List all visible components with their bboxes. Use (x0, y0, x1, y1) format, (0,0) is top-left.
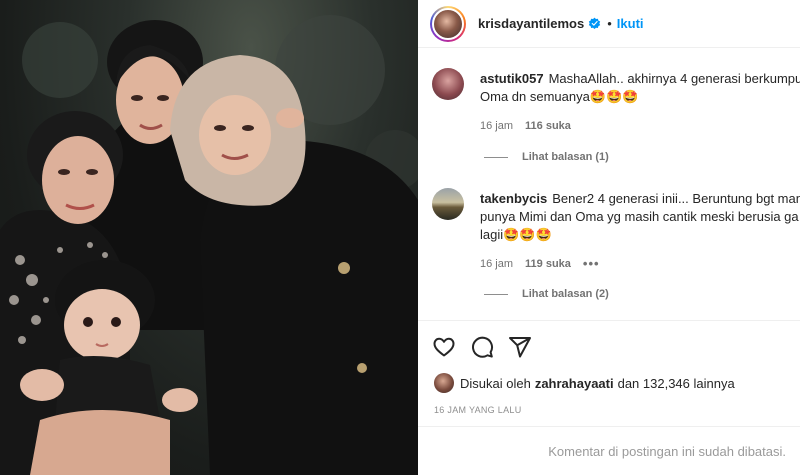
commenter-avatar[interactable] (432, 68, 464, 100)
liker-avatar[interactable] (434, 373, 454, 393)
view-replies-button[interactable]: Lihat balasan (2) (484, 288, 609, 300)
view-replies-button[interactable]: Lihat balasan (1) (484, 151, 609, 163)
post-timestamp[interactable]: 16 JAM YANG LALU (434, 405, 522, 415)
post-side-panel: krisdayantilemos • Ikuti astutik057 Masha… (418, 0, 800, 475)
follow-button[interactable]: Ikuti (617, 16, 644, 31)
comment-time[interactable]: 16 jam (480, 258, 513, 270)
author-avatar-image (432, 7, 464, 40)
author-username[interactable]: krisdayantilemos (478, 16, 584, 31)
post-actions-bar (418, 320, 800, 372)
replies-divider-line (484, 293, 508, 295)
post-header: krisdayantilemos • Ikuti (418, 0, 800, 48)
comment-text-line: punya Mimi dan Oma yg masih cantik meski… (480, 209, 799, 224)
heart-icon[interactable] (432, 335, 456, 359)
view-replies-label: Lihat balasan (2) (522, 288, 609, 300)
comment-likes[interactable]: 116 suka (525, 120, 571, 132)
more-options-icon[interactable]: ••• (583, 256, 600, 271)
comment-time[interactable]: 16 jam (480, 120, 513, 132)
comment-icon[interactable] (470, 335, 494, 359)
liker-username[interactable]: zahrahayaati (535, 376, 614, 391)
comment-text: takenbycis Bener2 4 generasi inii... Beru… (480, 190, 800, 244)
comment-likes[interactable]: 119 suka (525, 258, 571, 270)
comment-text-line: MashaAllah.. akhirnya 4 generasi berkump… (548, 71, 800, 86)
comment-text-line: Oma dn semuanya🤩🤩🤩 (480, 89, 639, 104)
post-photo-illustration (0, 15, 418, 475)
comment-meta: 16 jam 116 suka (480, 120, 583, 132)
likes-prefix: Disukai oleh (460, 375, 531, 391)
likes-summary: Disukai oleh zahrahayaati dan 132,346 la… (434, 372, 735, 394)
replies-divider-line (484, 156, 508, 158)
comment-text-line: Bener2 4 generasi inii... Beruntung bgt … (552, 191, 800, 206)
author-avatar[interactable] (430, 5, 466, 42)
comment-text: astutik057 MashaAllah.. akhirnya 4 genera… (480, 70, 800, 106)
commenter-username[interactable]: astutik057 (480, 71, 544, 86)
comment-meta: 16 jam 119 suka ••• (480, 256, 612, 271)
view-replies-label: Lihat balasan (1) (522, 151, 609, 163)
verified-badge-icon (589, 17, 601, 30)
comments-list[interactable]: astutik057 MashaAllah.. akhirnya 4 genera… (418, 48, 800, 320)
comments-limited-notice: Komentar di postingan ini sudah dibatasi… (418, 426, 800, 475)
header-separator: • (607, 16, 612, 31)
comment-text-line: lagii🤩🤩🤩 (480, 227, 552, 242)
likes-count-link[interactable]: dan 132,346 lainnya (618, 376, 735, 391)
commenter-avatar[interactable] (432, 188, 464, 220)
commenter-username[interactable]: takenbycis (480, 191, 547, 206)
paper-plane-icon[interactable] (508, 335, 532, 359)
post-photo (0, 0, 418, 475)
